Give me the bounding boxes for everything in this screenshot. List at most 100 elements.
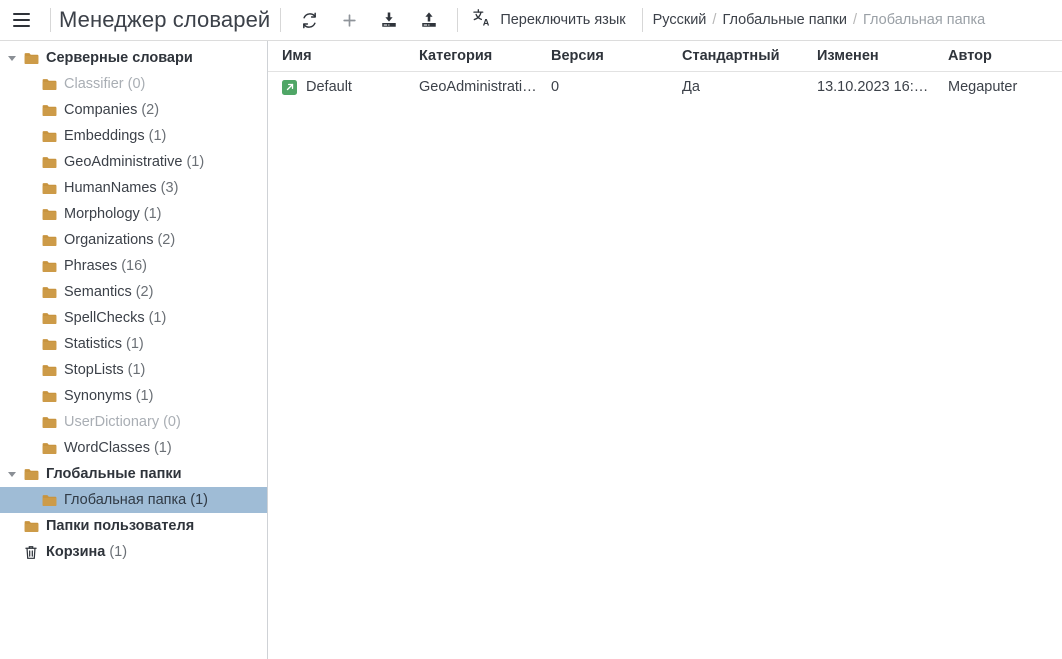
table-row[interactable]: Default GeoAdministrative 0 Да 13.10.2023 16… <box>268 72 1062 103</box>
tree-node[interactable]: Глобальные папки <box>0 461 267 487</box>
folder-icon <box>38 208 60 221</box>
column-header[interactable]: Имя <box>268 41 405 72</box>
tree-node-label: SpellChecks <box>64 310 145 326</box>
add-button[interactable] <box>329 0 369 41</box>
cell-category: GeoAdministrative <box>419 79 537 95</box>
dictionary-table: Имя Категория Версия Стандартный Изменен Авто… <box>268 41 1062 102</box>
tree-node-count: (16) <box>121 258 147 274</box>
tree-node[interactable]: GeoAdministrative (1) <box>0 149 267 175</box>
folder-icon <box>38 494 60 507</box>
hamburger-bar <box>12 25 30 27</box>
tree-node-label: UserDictionary <box>64 414 160 430</box>
main-body: Серверные словари Classifier (0) Companies(… <box>0 41 1062 659</box>
toolbar-divider <box>457 8 459 32</box>
tree-node[interactable]: UserDictionary (0) <box>0 409 267 435</box>
tree-node[interactable]: Synonyms (1) <box>0 383 267 409</box>
column-header[interactable]: Автор <box>934 41 1062 72</box>
breadcrumb-item[interactable]: Глобальные папки <box>722 12 847 28</box>
tree-node-label: Phrases <box>64 258 118 274</box>
tree-node-label: Morphology <box>64 206 140 222</box>
tree-node-count: (0) <box>163 414 181 430</box>
tree-node-label: Classifier <box>64 76 124 92</box>
breadcrumb-item: Глобальная папка <box>863 12 986 28</box>
tree-node[interactable]: Statistics (1) <box>0 331 267 357</box>
toolbar-divider <box>641 8 643 32</box>
tree-node-label: WordClasses <box>64 440 150 456</box>
tree-node[interactable]: Phrases (16) <box>0 253 267 279</box>
hamburger-icon[interactable] <box>0 0 42 41</box>
cell-version: 0 <box>551 79 560 95</box>
tree-node-label: Серверные словари <box>46 50 193 66</box>
export-button[interactable] <box>409 0 449 41</box>
import-button[interactable] <box>369 0 409 41</box>
breadcrumb-item[interactable]: Русский <box>653 12 707 28</box>
download-icon <box>380 11 398 29</box>
refresh-button[interactable] <box>289 0 329 41</box>
cell-author: Megaputer <box>948 79 1018 95</box>
tree-node-count: (1) <box>153 440 172 456</box>
tree-node[interactable]: Корзина (1) <box>0 539 267 565</box>
tree-node[interactable]: Organizations (2) <box>0 227 267 253</box>
tree-node[interactable]: Глобальная папка (1) <box>0 487 267 513</box>
tree-node-count: (1) <box>186 154 205 170</box>
translate-icon: A <box>472 8 491 32</box>
column-header[interactable]: Стандартный <box>668 41 803 72</box>
column-header[interactable]: Версия <box>537 41 668 72</box>
tree-node-label: Statistics <box>64 336 123 352</box>
refresh-icon <box>301 12 318 29</box>
switch-language-button[interactable]: A Переключить язык <box>466 0 633 41</box>
tree-node-count: (1) <box>109 544 128 560</box>
chevron-down-icon[interactable] <box>4 55 20 61</box>
tree-node[interactable]: Embeddings (1) <box>0 123 267 149</box>
tree-node-label: Semantics <box>64 284 132 300</box>
chevron-down-icon[interactable] <box>4 471 20 477</box>
folder-icon <box>38 364 60 377</box>
toolbar-divider <box>50 8 51 32</box>
tree-node-count: (3) <box>160 180 179 196</box>
tree-node[interactable]: Папки пользователя <box>0 513 267 539</box>
tree-node[interactable]: Semantics (2) <box>0 279 267 305</box>
toolbar-divider <box>280 8 282 32</box>
svg-text:A: A <box>483 17 490 27</box>
folder-icon <box>38 260 60 273</box>
hamburger-bar <box>12 13 30 15</box>
tree-node[interactable]: StopLists (1) <box>0 357 267 383</box>
folder-icon <box>38 78 60 91</box>
folder-icon <box>38 338 60 351</box>
tree-node[interactable]: Серверные словари <box>0 45 267 71</box>
column-header[interactable]: Изменен <box>803 41 934 72</box>
name-cell-content: Default <box>282 79 405 95</box>
tree-node-label: Companies <box>64 102 138 118</box>
folder-icon <box>38 234 60 247</box>
tree-node[interactable]: Morphology (1) <box>0 201 267 227</box>
tree-node-label: Organizations <box>64 232 154 248</box>
cell-name: Default <box>268 72 405 103</box>
cell-modified: 13.10.2023 16:07… <box>817 79 934 95</box>
tree-node[interactable]: Companies (2) <box>0 97 267 123</box>
folder-icon <box>38 130 60 143</box>
tree-node-label: Глобальная папка <box>64 492 187 508</box>
tree-node[interactable]: Classifier (0) <box>0 71 267 97</box>
dictionary-manager-window: Менеджер словарей A Переключить язык Рус… <box>0 0 1062 659</box>
tree-node-count: (1) <box>135 388 154 404</box>
folder-icon <box>38 104 60 117</box>
table-header-row: Имя Категория Версия Стандартный Изменен Авто… <box>268 41 1062 72</box>
page-title: Менеджер словарей <box>59 7 271 32</box>
folder-icon <box>38 312 60 325</box>
hamburger-bar <box>12 19 30 21</box>
toolbar: Менеджер словарей A Переключить язык Рус… <box>0 0 1062 41</box>
tree-node-label: HumanNames <box>64 180 157 196</box>
tree-node[interactable]: WordClasses (1) <box>0 435 267 461</box>
breadcrumb-separator: / <box>712 12 717 28</box>
folder-icon <box>38 442 60 455</box>
tree-node[interactable]: SpellChecks (1) <box>0 305 267 331</box>
folder-icon <box>38 182 60 195</box>
dictionary-name: Default <box>306 79 352 95</box>
tree-node-label: GeoAdministrative <box>64 154 183 170</box>
tree-node[interactable]: HumanNames (3) <box>0 175 267 201</box>
column-header[interactable]: Категория <box>405 41 537 72</box>
tree-node-label: Synonyms <box>64 388 132 404</box>
upload-icon <box>420 11 438 29</box>
folder-icon <box>38 156 60 169</box>
folder-icon <box>38 286 60 299</box>
